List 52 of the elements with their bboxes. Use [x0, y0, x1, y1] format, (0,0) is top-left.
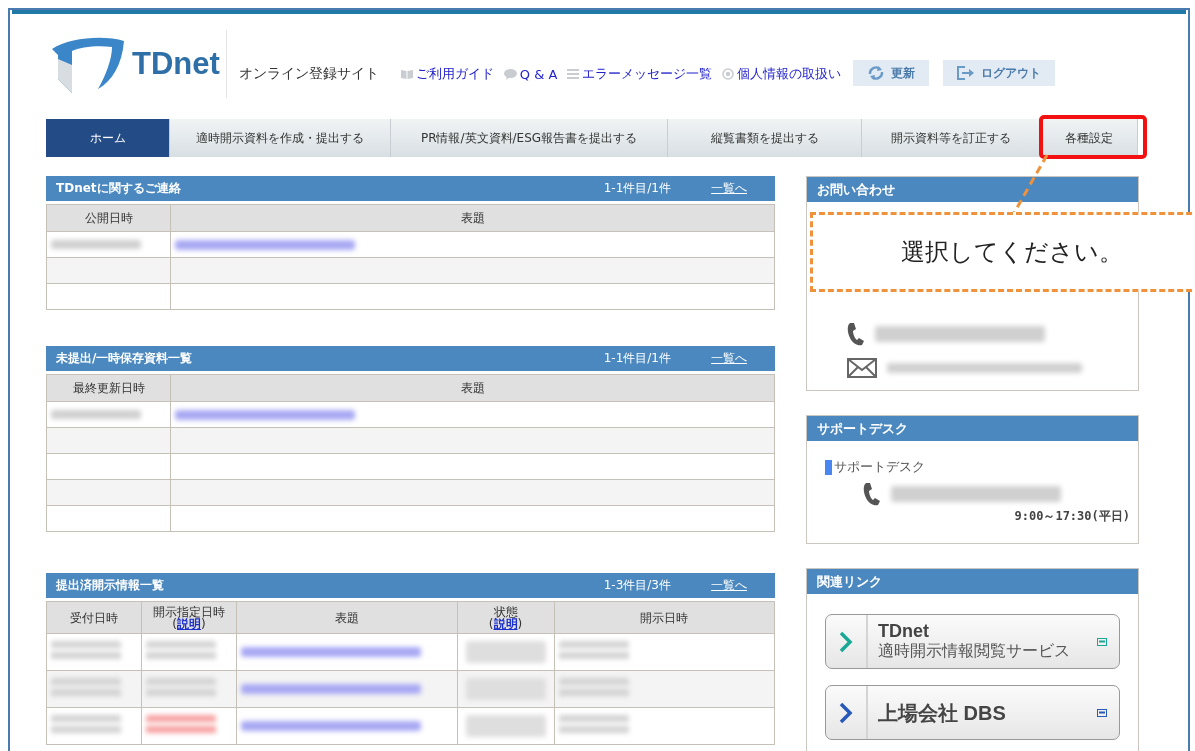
- nav-tab[interactable]: 開示資料等を訂正する: [862, 119, 1041, 157]
- radio-dot-icon: [722, 68, 735, 80]
- column-header: 表題: [170, 374, 775, 402]
- phone-icon: [863, 482, 881, 506]
- view-all-link[interactable]: 一覧へ: [711, 350, 747, 367]
- logout-icon: [957, 66, 976, 80]
- result-count: 1-1件目/1件: [603, 350, 671, 367]
- column-header: 開示日時: [554, 601, 775, 634]
- panel-title: 関連リンク: [817, 572, 882, 591]
- view-all-link[interactable]: 一覧へ: [711, 180, 747, 197]
- speech-bubble-icon: [503, 68, 517, 80]
- panel-title: 提出済開示情報一覧: [56, 577, 165, 594]
- header-link[interactable]: 個人情報の取扱い: [737, 65, 842, 83]
- logo-text: TDnet: [132, 46, 220, 82]
- nav-tab[interactable]: 各種設定: [1041, 119, 1138, 157]
- column-header: 表題: [236, 601, 457, 634]
- panel-title: 未提出/一時保存資料一覧: [56, 350, 194, 367]
- panel-title: TDnetに関するご連絡: [56, 180, 182, 197]
- nav-tab[interactable]: 適時開示資料を作成・提出する: [170, 119, 391, 157]
- result-count: 1-3件目/3件: [603, 577, 671, 594]
- list-icon: [567, 69, 580, 79]
- column-header: 最終更新日時: [46, 374, 171, 402]
- header-link[interactable]: エラーメッセージ一覧: [582, 65, 713, 83]
- external-window-icon: [1097, 708, 1107, 717]
- header-link[interactable]: ご利用ガイド: [415, 65, 494, 83]
- column-header: 表題: [170, 204, 775, 232]
- nav-tab[interactable]: PR情報/英文資料/ESG報告書を提出する: [391, 119, 668, 157]
- column-header: 状態 (説明): [457, 601, 554, 634]
- support-label: サポートデスク: [834, 458, 925, 476]
- nav-tab[interactable]: 縦覧書類を提出する: [668, 119, 862, 157]
- related-link-button[interactable]: TDnet 適時開示情報閲覧サービス: [825, 614, 1120, 669]
- view-all-link[interactable]: 一覧へ: [711, 577, 747, 594]
- column-header: 受付日時: [46, 601, 142, 634]
- header-link[interactable]: Q & A: [519, 66, 558, 82]
- phone-icon: [847, 322, 865, 346]
- mail-icon: [847, 358, 877, 378]
- external-window-icon: [1097, 637, 1107, 646]
- site-title: オンライン登録サイト: [238, 65, 379, 83]
- result-count: 1-1件目/1件: [603, 180, 671, 197]
- refresh-icon: [867, 66, 886, 80]
- refresh-button[interactable]: 更新: [853, 60, 930, 86]
- logout-button[interactable]: ログアウト: [943, 60, 1056, 86]
- column-header: 公開日時: [46, 204, 171, 232]
- related-link-button[interactable]: 上場会社 DBS: [825, 685, 1120, 740]
- panel-title: お問い合わせ: [817, 180, 895, 199]
- nav-tab[interactable]: ホーム: [46, 119, 170, 157]
- column-header: 開示指定日時 (説明): [141, 601, 237, 634]
- book-icon: [400, 69, 413, 79]
- panel-title: サポートデスク: [817, 419, 908, 438]
- callout-text: 選択してください。: [901, 237, 1123, 268]
- label-marker: [825, 459, 832, 475]
- business-hours: 9:00～17:30(平日): [1013, 508, 1130, 525]
